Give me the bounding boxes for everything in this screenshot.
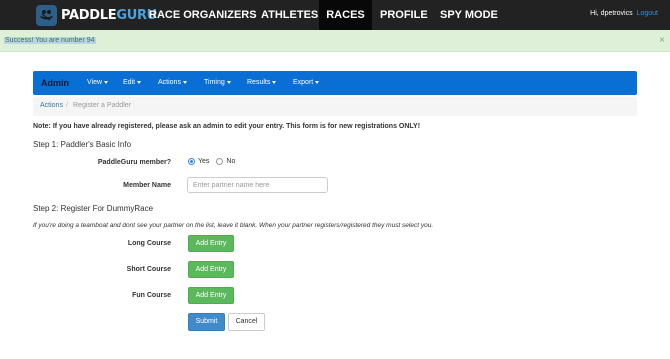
admin-menu-view[interactable]: View bbox=[87, 71, 109, 95]
member-name-input[interactable] bbox=[187, 177, 328, 193]
close-icon[interactable]: × bbox=[659, 35, 665, 46]
long-course-label: Long Course bbox=[127, 240, 171, 247]
nav-athletes[interactable]: ATHLETES bbox=[261, 0, 318, 30]
breadcrumb-current: Register a Paddler bbox=[73, 102, 131, 109]
breadcrumb-actions-link[interactable]: Actions bbox=[40, 102, 63, 109]
paddle-boat-logo-icon bbox=[36, 4, 57, 26]
member-yes-radio[interactable] bbox=[188, 158, 195, 165]
admin-menu-actions[interactable]: Actions bbox=[158, 71, 187, 95]
caret-down-icon bbox=[315, 80, 320, 84]
step1-heading: Step 1: Paddler's Basic Info bbox=[33, 140, 132, 149]
fun-course-add-entry-button[interactable]: Add Entry bbox=[188, 287, 234, 304]
short-course-label: Short Course bbox=[126, 266, 171, 273]
member-no-radio[interactable] bbox=[216, 158, 224, 165]
short-course-add-entry-button[interactable]: Add Entry bbox=[188, 261, 234, 278]
member-yes-label: Yes bbox=[198, 158, 210, 165]
logout-link[interactable]: Logout bbox=[637, 10, 658, 17]
caret-down-icon bbox=[137, 80, 142, 84]
registration-note: Note: If you have already registered, pl… bbox=[33, 123, 421, 130]
admin-navbar: Admin View Edit Actions Timing Results E… bbox=[33, 71, 637, 95]
caret-down-icon bbox=[226, 80, 231, 84]
admin-menu-export[interactable]: Export bbox=[293, 71, 320, 95]
long-course-add-entry-button[interactable]: Add Entry bbox=[188, 235, 234, 252]
nav-profile[interactable]: PROFILE bbox=[380, 0, 428, 30]
cancel-button[interactable]: Cancel bbox=[228, 313, 265, 331]
success-alert: Success! You are number 94 × bbox=[0, 30, 670, 52]
member-no-label: No bbox=[226, 158, 236, 165]
member-question-label: PaddleGuru member? bbox=[97, 159, 171, 166]
breadcrumb-separator: / bbox=[66, 102, 68, 109]
breadcrumb: Actions / Register a Paddler bbox=[33, 97, 637, 116]
caret-down-icon bbox=[182, 80, 187, 84]
user-area: Hi, dpetrovics Logout bbox=[590, 0, 658, 30]
teamboat-note: If you're doing a teamboat and dont see … bbox=[33, 222, 434, 229]
member-name-label: Member Name bbox=[123, 182, 171, 189]
nav-race-organizers[interactable]: RACE ORGANIZERS bbox=[149, 0, 257, 30]
step2-heading: Step 2: Register For DummyRace bbox=[33, 204, 154, 213]
user-greeting: Hi, dpetrovics bbox=[590, 10, 633, 17]
caret-down-icon bbox=[272, 80, 277, 84]
logo-text: PADDLEGURU bbox=[61, 7, 157, 23]
alert-message: Success! You are number 94 bbox=[4, 37, 96, 44]
fun-course-label: Fun Course bbox=[132, 292, 171, 299]
nav-spy-mode[interactable]: SPY MODE bbox=[440, 0, 498, 30]
admin-brand[interactable]: Admin bbox=[41, 71, 69, 95]
admin-menu-results[interactable]: Results bbox=[247, 71, 277, 95]
member-radio-group: Yes No bbox=[188, 158, 242, 165]
nav-races[interactable]: RACES bbox=[319, 0, 372, 30]
admin-menu-timing[interactable]: Timing bbox=[204, 71, 231, 95]
top-navbar: PADDLEGURU RACE ORGANIZERS ATHLETES RACE… bbox=[0, 0, 670, 30]
submit-button[interactable]: Submit bbox=[188, 313, 225, 331]
caret-down-icon bbox=[104, 80, 109, 84]
admin-menu-edit[interactable]: Edit bbox=[123, 71, 142, 95]
paddleguru-logo[interactable]: PADDLEGURU bbox=[36, 4, 166, 26]
